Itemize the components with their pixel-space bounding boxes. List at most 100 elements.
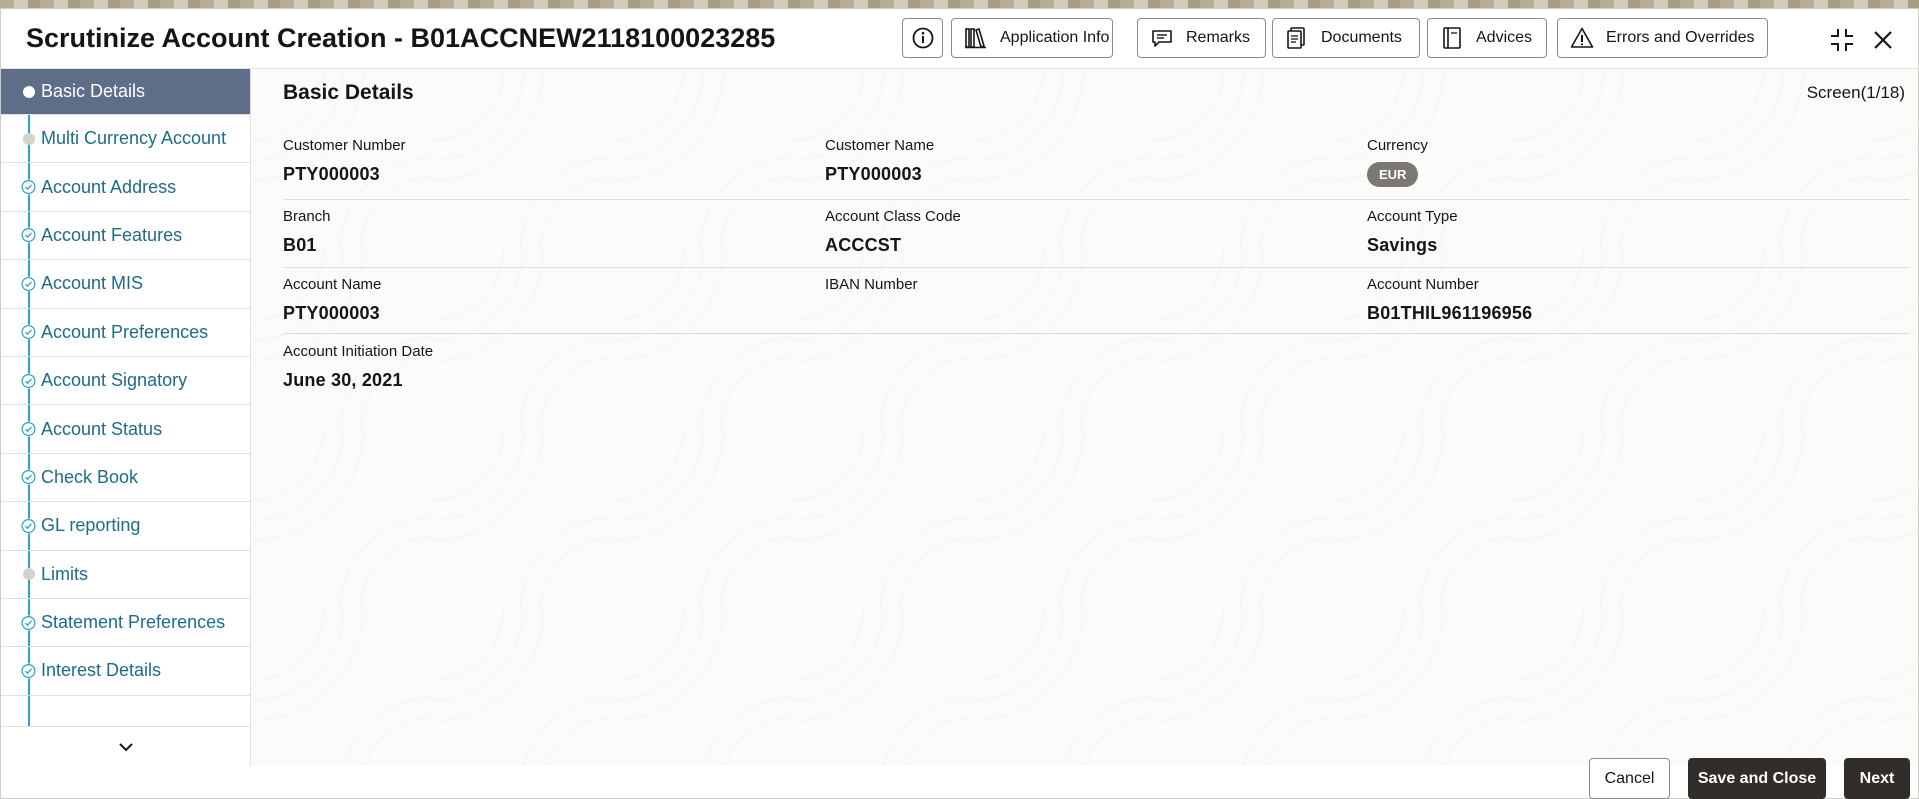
field-value: Savings [1367, 235, 1438, 255]
pending-step-dot-icon [23, 132, 35, 145]
account-class-code-field: Account Class Code ACCCST [825, 208, 961, 256]
check-circle-icon [21, 518, 36, 534]
sidebar-item-label: Statement Preferences [41, 612, 226, 633]
sidebar-item-account-signatory[interactable]: Account Signatory [1, 357, 250, 406]
sidebar-item-multi-currency-account[interactable]: Multi Currency Account [1, 115, 250, 164]
field-label: Account Type [1367, 208, 1458, 225]
documents-icon [1287, 27, 1305, 49]
close-button[interactable] [1868, 25, 1898, 55]
check-circle-icon [21, 615, 36, 631]
sidebar-item-label: Limits [41, 563, 89, 584]
info-icon [912, 27, 934, 49]
field-label: Account Class Code [825, 208, 961, 225]
field-label: Account Number [1367, 276, 1479, 293]
field-label: Account Name [283, 276, 382, 293]
field-value: June 30, 2021 [283, 370, 403, 390]
close-icon [1874, 31, 1892, 49]
customer-number-field: Customer Number PTY000003 [283, 137, 406, 185]
advices-button[interactable]: Advices [1427, 18, 1547, 58]
sidebar-item-account-preferences[interactable]: Account Preferences [1, 309, 250, 357]
collapse-icon [1831, 29, 1853, 51]
account-name-field: Account Name PTY000003 [283, 276, 381, 324]
info-button[interactable] [902, 18, 943, 58]
next-button[interactable]: Next [1844, 758, 1910, 799]
sidebar-item-basic-details[interactable]: Basic Details [1, 69, 250, 115]
scrutinize-dialog: Scrutinize Account Creation - B01ACCNEW2… [0, 8, 1919, 799]
row-divider [283, 199, 1910, 200]
sidebar-item-check-book[interactable]: Check Book [1, 454, 250, 503]
section-title: Basic Details [283, 81, 414, 104]
remarks-button[interactable]: Remarks [1137, 18, 1266, 58]
sidebar-item-label: Account MIS [41, 273, 144, 294]
library-icon [965, 27, 986, 49]
check-circle-icon [21, 227, 36, 243]
errors-and-overrides-button[interactable]: Errors and Overrides [1557, 18, 1768, 58]
sidebar-item-account-mis[interactable]: Account MIS [1, 260, 250, 309]
branch-field: Branch B01 [283, 208, 331, 256]
cancel-button[interactable]: Cancel [1589, 758, 1670, 799]
sidebar-item-statement-preferences[interactable]: Statement Preferences [1, 599, 250, 648]
remarks-label: Remarks [1186, 29, 1251, 46]
field-label: Account Initiation Date [283, 343, 434, 360]
field-value: PTY000003 [283, 303, 380, 323]
sidebar-item-label: Account Address [41, 176, 177, 197]
field-value: PTY000003 [825, 164, 922, 184]
sidebar-item-gl-reporting[interactable]: GL reporting [1, 502, 250, 551]
currency-badge: EUR [1367, 162, 1419, 187]
field-label: IBAN Number [825, 276, 918, 293]
page-title: Scrutinize Account Creation - B01ACCNEW2… [26, 23, 776, 53]
field-label: Customer Number [283, 137, 406, 154]
field-value: ACCCST [825, 235, 902, 255]
sidebar-item-label: Account Features [41, 224, 183, 245]
advices-label: Advices [1476, 29, 1533, 46]
sidebar-item-account-features[interactable]: Account Features [1, 212, 250, 261]
pending-step-dot-icon [23, 568, 35, 581]
advices-icon [1443, 27, 1461, 49]
sidebar-list: Basic Details Multi Currency Account Acc… [1, 69, 250, 696]
chevron-down-icon [119, 742, 133, 751]
sidebar-item-limits[interactable]: Limits [1, 551, 250, 599]
row-divider [283, 267, 1910, 268]
sidebar-item-interest-details[interactable]: Interest Details [1, 647, 250, 696]
sidebar-item-label: Account Signatory [41, 370, 188, 391]
sidebar-item-label: Account Status [41, 418, 163, 439]
check-circle-icon [21, 373, 36, 389]
row-divider [283, 333, 1910, 334]
documents-label: Documents [1321, 29, 1402, 46]
check-circle-icon [21, 324, 36, 340]
current-step-dot-icon [23, 85, 35, 98]
check-circle-icon [21, 469, 36, 485]
errors-and-overrides-label: Errors and Overrides [1606, 29, 1755, 46]
field-value: B01 [283, 235, 317, 255]
check-circle-icon [21, 179, 36, 195]
field-label: Branch [283, 208, 331, 225]
navigation-sidebar: Basic Details Multi Currency Account Acc… [1, 69, 251, 766]
application-info-button[interactable]: Application Info [951, 18, 1113, 58]
check-circle-icon [21, 421, 36, 437]
check-circle-icon [21, 276, 36, 292]
currency-field: Currency EUR [1367, 137, 1428, 187]
sidebar-scroll-down-button[interactable] [1, 726, 250, 766]
warning-icon [1570, 27, 1594, 48]
sidebar-item-account-address[interactable]: Account Address [1, 163, 250, 212]
field-label: Currency [1367, 137, 1428, 154]
customer-name-field: Customer Name PTY000003 [825, 137, 934, 185]
main-content: Basic Details Screen(1/18) Customer Numb… [252, 69, 1918, 766]
sidebar-item-label: Multi Currency Account [41, 128, 227, 149]
sidebar-item-account-status[interactable]: Account Status [1, 405, 250, 454]
sidebar-item-label: Interest Details [41, 660, 162, 681]
account-type-field: Account Type Savings [1367, 208, 1458, 256]
dialog-header: Scrutinize Account Creation - B01ACCNEW2… [1, 9, 1919, 69]
chat-icon [1152, 30, 1172, 47]
save-and-close-button[interactable]: Save and Close [1688, 758, 1826, 799]
collapse-button[interactable] [1827, 25, 1857, 55]
field-label: Customer Name [825, 137, 935, 154]
check-circle-icon [21, 663, 36, 679]
background-strip [0, 0, 1919, 8]
account-number-field: Account Number B01THIL961196956 [1367, 276, 1532, 324]
sidebar-item-label: Account Preferences [41, 321, 209, 342]
screen-counter: Screen(1/18) [1806, 83, 1905, 102]
documents-button[interactable]: Documents [1272, 18, 1420, 58]
application-info-label: Application Info [1000, 29, 1110, 46]
iban-number-field: IBAN Number [825, 276, 918, 303]
